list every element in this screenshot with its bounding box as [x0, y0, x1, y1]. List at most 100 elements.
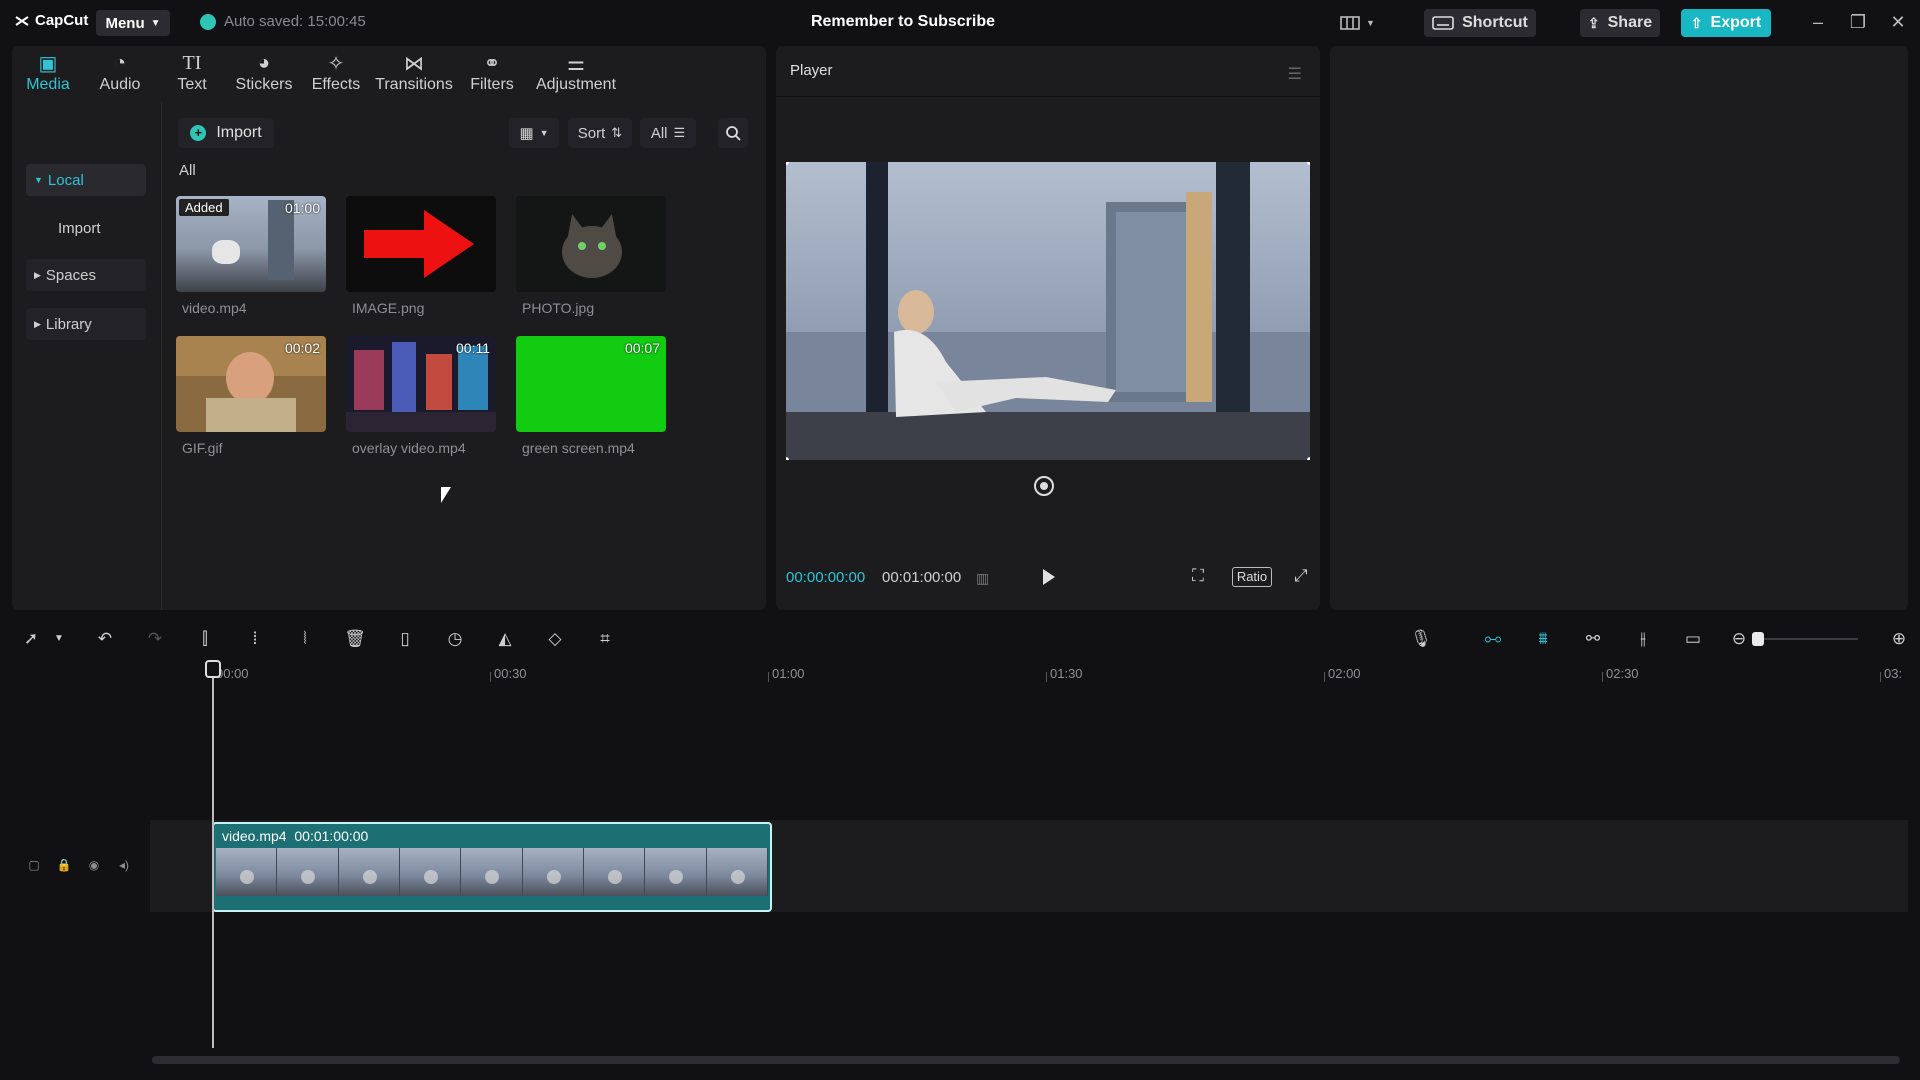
tab-text[interactable]: TI Text: [156, 46, 228, 102]
media-thumb-green-screen[interactable]: 00:07: [516, 336, 666, 432]
tab-effects[interactable]: ✧ Effects: [300, 46, 372, 102]
tab-adjustment[interactable]: ⚌ Adjustment: [528, 46, 624, 102]
chevron-down-icon: ▼: [539, 128, 549, 138]
speaker-icon[interactable]: ◂): [116, 857, 132, 873]
track-cover-icon[interactable]: ▢: [26, 857, 42, 873]
share-label: Share: [1607, 14, 1653, 31]
select-pointer-icon[interactable]: ➚: [20, 628, 42, 650]
media-name: PHOTO.jpg: [522, 300, 595, 316]
undo-icon[interactable]: ↶: [94, 628, 116, 650]
sidebar-item-local[interactable]: ▼ Local: [26, 164, 146, 196]
sidebar-item-spaces[interactable]: ▶ Spaces: [26, 259, 146, 291]
resize-handle[interactable]: [786, 457, 789, 460]
filter-all-label: All: [650, 124, 668, 142]
zoom-out-icon[interactable]: ⊖: [1728, 628, 1750, 650]
resize-handle[interactable]: [1307, 162, 1310, 165]
timeline-scrollbar[interactable]: [152, 1056, 1900, 1064]
shortcut-button[interactable]: Shortcut: [1424, 9, 1536, 37]
lock-icon[interactable]: 🔒: [56, 857, 72, 873]
mouse-cursor-icon: [441, 487, 451, 503]
share-icon: ⇪: [1587, 14, 1600, 31]
restore-icon[interactable]: ❐: [1848, 12, 1868, 32]
share-button[interactable]: ⇪ Share: [1580, 9, 1660, 37]
zoom-slider-handle[interactable]: [1752, 632, 1764, 646]
total-timecode: 00:01:00:00: [882, 569, 962, 586]
shortcut-label: Shortcut: [1462, 14, 1528, 31]
freeze-frame-icon[interactable]: ▯: [394, 628, 416, 650]
hamburger-menu-icon[interactable]: ☰: [1288, 64, 1302, 84]
tab-audio[interactable]: ◔ Audio: [84, 46, 156, 102]
tab-stickers-label: Stickers: [235, 76, 293, 93]
tab-effects-label: Effects: [311, 76, 361, 93]
sidebar-item-spaces-label: Spaces: [45, 266, 96, 284]
preview-axis-icon[interactable]: ⫲: [1632, 628, 1654, 650]
tab-stickers[interactable]: ◕ Stickers: [228, 46, 300, 102]
playhead-handle[interactable]: [205, 660, 221, 678]
split-left-icon[interactable]: ⦙: [244, 628, 266, 650]
caret-right-icon: ▶: [34, 269, 41, 280]
sidebar-item-library[interactable]: ▶ Library: [26, 308, 146, 340]
close-icon[interactable]: ✕: [1888, 12, 1908, 32]
media-duration: 01:00: [284, 200, 320, 216]
resize-handle[interactable]: [1307, 457, 1310, 460]
zoom-slider-track[interactable]: [1758, 638, 1858, 640]
media-panel: ▣ Media ◔ Audio TI Text ◕ Stickers ✧ Eff…: [12, 46, 766, 610]
filter-button[interactable]: All ☰: [640, 118, 696, 148]
sort-button[interactable]: Sort ⇅: [568, 118, 632, 148]
current-timecode: 00:00:00:00: [786, 569, 866, 586]
main-track-magnet-icon[interactable]: ⧟: [1482, 628, 1504, 650]
tab-filters[interactable]: ⚭ Filters: [456, 46, 528, 102]
timeline-ruler[interactable]: 00:00 00:30 01:00 01:30 02:00 02:30 03:: [150, 660, 1908, 684]
keyboard-icon: [1432, 16, 1454, 30]
thumbnail-icon[interactable]: ▭: [1682, 628, 1704, 650]
tab-media[interactable]: ▣ Media: [12, 46, 84, 102]
video-preview[interactable]: [786, 162, 1310, 460]
play-icon[interactable]: [1043, 569, 1055, 585]
search-button[interactable]: [718, 118, 748, 148]
layout-button[interactable]: ▼: [1340, 12, 1390, 34]
video-clip[interactable]: video.mp4 00:01:00:00: [212, 822, 772, 912]
import-button[interactable]: + Import: [178, 118, 274, 148]
clip-frame: [216, 848, 278, 896]
split-right-icon[interactable]: ⦚: [294, 628, 316, 650]
ratio-button[interactable]: Ratio: [1232, 567, 1272, 587]
tab-media-label: Media: [26, 76, 70, 93]
delete-icon[interactable]: 🗑: [344, 628, 366, 650]
clip-frame: [399, 848, 462, 896]
media-thumb-video[interactable]: Added 01:00: [176, 196, 326, 292]
media-thumb-image[interactable]: [346, 196, 496, 292]
speed-icon[interactable]: ◷: [444, 628, 466, 650]
auto-snap-icon[interactable]: ⩩: [1532, 628, 1554, 650]
rotate-clip-icon[interactable]: ◇: [544, 628, 566, 650]
fullscreen-icon[interactable]: ⤢: [1294, 566, 1314, 588]
crop-icon[interactable]: ⌗: [594, 628, 616, 650]
zoom-in-icon[interactable]: ⊕: [1888, 628, 1910, 650]
export-button[interactable]: ⇧ Export: [1681, 9, 1771, 37]
ruler-tick: [490, 672, 491, 682]
rotate-icon[interactable]: [1034, 476, 1054, 496]
tab-adjustment-label: Adjustment: [535, 76, 617, 93]
sidebar-item-import[interactable]: Import: [26, 212, 146, 244]
media-thumb-photo[interactable]: [516, 196, 666, 292]
media-thumb-gif[interactable]: 00:02: [176, 336, 326, 432]
chevron-down-icon[interactable]: ▼: [48, 628, 70, 650]
timecode-grid-icon[interactable]: ▥: [976, 570, 1002, 588]
fit-view-icon[interactable]: ⛶: [1192, 566, 1214, 588]
sidebar-item-local-label: Local: [47, 171, 84, 189]
media-name: IMAGE.png: [352, 300, 425, 316]
eye-icon[interactable]: ◉: [86, 857, 102, 873]
tab-text-label: Text: [177, 76, 207, 93]
mirror-icon[interactable]: ◭: [494, 628, 516, 650]
split-icon[interactable]: ⫿: [194, 628, 216, 650]
link-icon[interactable]: ⚯: [1582, 628, 1604, 650]
playhead-line[interactable]: [212, 660, 214, 1048]
media-icon: ▣: [38, 52, 58, 75]
caret-right-icon: ▶: [34, 318, 41, 329]
sort-label: Sort: [577, 124, 606, 142]
tab-audio-label: Audio: [99, 76, 141, 93]
minimize-icon[interactable]: –: [1808, 12, 1828, 32]
tab-transitions[interactable]: ⋈ Transitions: [372, 46, 456, 102]
media-thumb-overlay[interactable]: 00:11: [346, 336, 496, 432]
view-mode-button[interactable]: ▦ ▼: [509, 118, 559, 148]
microphone-icon[interactable]: 🎙: [1410, 628, 1432, 650]
